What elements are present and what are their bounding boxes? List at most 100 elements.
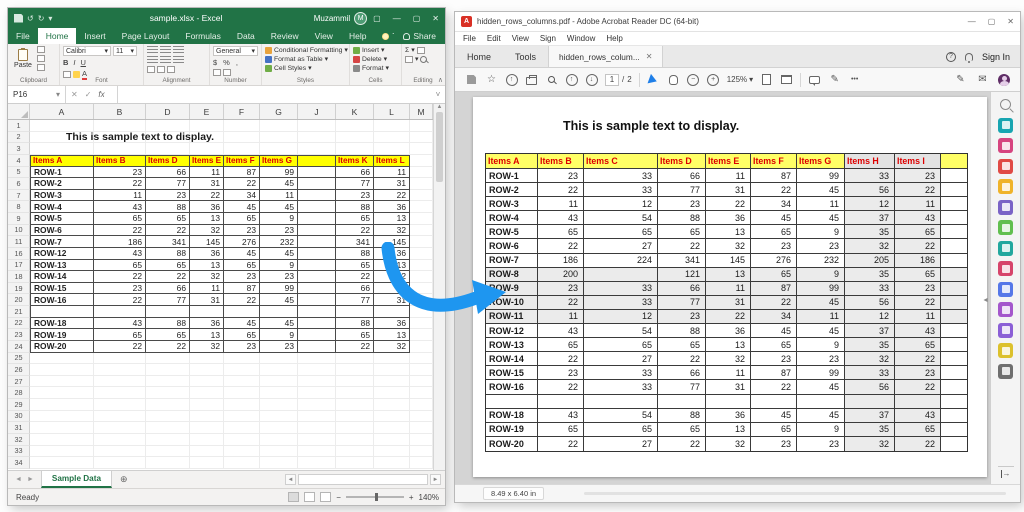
data-cell[interactable]: 32 [190, 225, 224, 237]
data-cell[interactable]: 45 [260, 248, 298, 260]
merge-center-icon[interactable] [167, 66, 175, 73]
data-cell[interactable] [298, 213, 336, 225]
close-button[interactable]: ✕ [426, 14, 445, 23]
grid-cell[interactable] [30, 353, 94, 365]
redact-tool[interactable] [998, 261, 1013, 276]
data-cell[interactable]: 88 [146, 201, 190, 213]
tab-close-icon[interactable]: ✕ [646, 52, 653, 61]
grid-cell[interactable] [224, 434, 260, 446]
organize-pages-tool[interactable] [998, 220, 1013, 235]
data-cell[interactable]: 23 [224, 341, 260, 353]
tab-formulas[interactable]: Formulas [177, 28, 228, 44]
data-cell[interactable]: 23 [146, 190, 190, 202]
grid-cell[interactable] [190, 364, 224, 376]
sort-filter-button[interactable]: ▾ [405, 55, 441, 63]
ribbon-button-format-as-table[interactable]: Format as Table▾ [265, 55, 346, 63]
row-label-cell[interactable] [30, 306, 94, 318]
row-number-7[interactable]: 7 [8, 190, 30, 202]
data-cell[interactable]: 45 [260, 201, 298, 213]
font-style-i[interactable]: I [73, 58, 75, 67]
row-number-5[interactable]: 5 [8, 167, 30, 179]
grid-cell[interactable] [298, 143, 336, 155]
table-header-cell[interactable]: Items L [374, 155, 410, 167]
data-cell[interactable]: 31 [190, 178, 224, 190]
number-format-[interactable]: , [236, 58, 238, 67]
font-name-select[interactable]: Calibri▾ [63, 46, 111, 56]
data-cell[interactable]: 145 [190, 236, 224, 248]
grid-cell[interactable] [336, 399, 374, 411]
data-cell[interactable]: 232 [260, 236, 298, 248]
data-cell[interactable] [298, 167, 336, 179]
fill-icon[interactable] [417, 47, 425, 54]
grid-cell[interactable] [30, 387, 94, 399]
grid-cell[interactable] [224, 353, 260, 365]
formula-input[interactable] [118, 86, 431, 103]
row-number-28[interactable]: 28 [8, 387, 30, 399]
align-left-icon[interactable] [147, 56, 158, 64]
data-cell[interactable]: 31 [190, 294, 224, 306]
grid-cell[interactable] [146, 399, 190, 411]
data-cell[interactable] [298, 178, 336, 190]
data-cell[interactable]: 341 [336, 236, 374, 248]
align-bottom-icon[interactable] [173, 46, 184, 54]
grid-cell[interactable] [146, 434, 190, 446]
grid-cell[interactable] [410, 353, 433, 365]
select-tool-icon[interactable] [647, 73, 660, 87]
number-format-[interactable]: $ [213, 58, 217, 67]
grid-cell[interactable] [190, 446, 224, 458]
grid-cell[interactable] [224, 422, 260, 434]
grid-cell[interactable] [374, 422, 410, 434]
grid-cell[interactable] [146, 120, 190, 132]
row-number-2[interactable]: 2 [8, 132, 30, 144]
next-page-icon[interactable]: ↓ [585, 73, 598, 87]
row-label-cell[interactable]: ROW-2 [30, 178, 94, 190]
export-pdf-tool[interactable] [998, 118, 1013, 133]
column-header-d[interactable]: D [146, 104, 190, 119]
grid-cell[interactable] [94, 364, 146, 376]
data-cell[interactable]: 22 [94, 341, 146, 353]
row-number-18[interactable]: 18 [8, 271, 30, 283]
zoom-level[interactable]: 140% [419, 493, 439, 502]
data-cell[interactable] [298, 248, 336, 260]
data-cell[interactable]: 43 [94, 248, 146, 260]
share-cloud-icon[interactable]: ↑ [505, 73, 518, 87]
grid-cell[interactable] [146, 422, 190, 434]
redo-icon[interactable]: ↻ [38, 14, 45, 23]
grid-cell[interactable] [94, 399, 146, 411]
data-cell[interactable] [298, 260, 336, 272]
data-cell[interactable]: 23 [224, 271, 260, 283]
align-top-icon[interactable] [147, 46, 158, 54]
grid-cell[interactable] [224, 399, 260, 411]
grid-cell[interactable] [298, 120, 336, 132]
row-number-16[interactable]: 16 [8, 248, 30, 260]
row-label-cell[interactable]: ROW-1 [30, 167, 94, 179]
ribbon-button-delete[interactable]: Delete▾ [353, 55, 398, 63]
menu-help[interactable]: Help [606, 34, 622, 43]
qat-dropdown-icon[interactable]: ▾ [48, 14, 52, 23]
share-button[interactable]: Share [394, 28, 445, 44]
grid-cell[interactable] [298, 422, 336, 434]
data-cell[interactable]: 88 [146, 248, 190, 260]
data-cell[interactable] [298, 341, 336, 353]
grid-cell[interactable] [190, 143, 224, 155]
row-number-22[interactable]: 22 [8, 318, 30, 330]
horizontal-scroll-track[interactable] [298, 474, 428, 485]
data-cell[interactable]: 31 [374, 178, 410, 190]
increase-decimal-icon[interactable] [213, 69, 221, 76]
menu-view[interactable]: View [512, 34, 529, 43]
grid-cell[interactable] [146, 364, 190, 376]
table-header-cell[interactable]: Items A [30, 155, 94, 167]
grid-cell[interactable] [30, 399, 94, 411]
collapse-ribbon-icon[interactable]: ∧ [438, 76, 443, 84]
data-cell[interactable]: 22 [336, 271, 374, 283]
table-header-cell[interactable]: Items B [94, 155, 146, 167]
grid-cell[interactable] [410, 190, 433, 202]
row-number-31[interactable]: 31 [8, 422, 30, 434]
tell-me-box[interactable]: Tell me what you want to do [374, 28, 394, 44]
column-header-b[interactable]: B [94, 104, 146, 119]
maximize-button[interactable]: ▢ [407, 14, 427, 23]
avatar[interactable]: M [354, 12, 367, 25]
grid-cell[interactable] [410, 399, 433, 411]
grid-cell[interactable] [410, 376, 433, 388]
favorites-star-icon[interactable]: ☆ [485, 73, 498, 87]
